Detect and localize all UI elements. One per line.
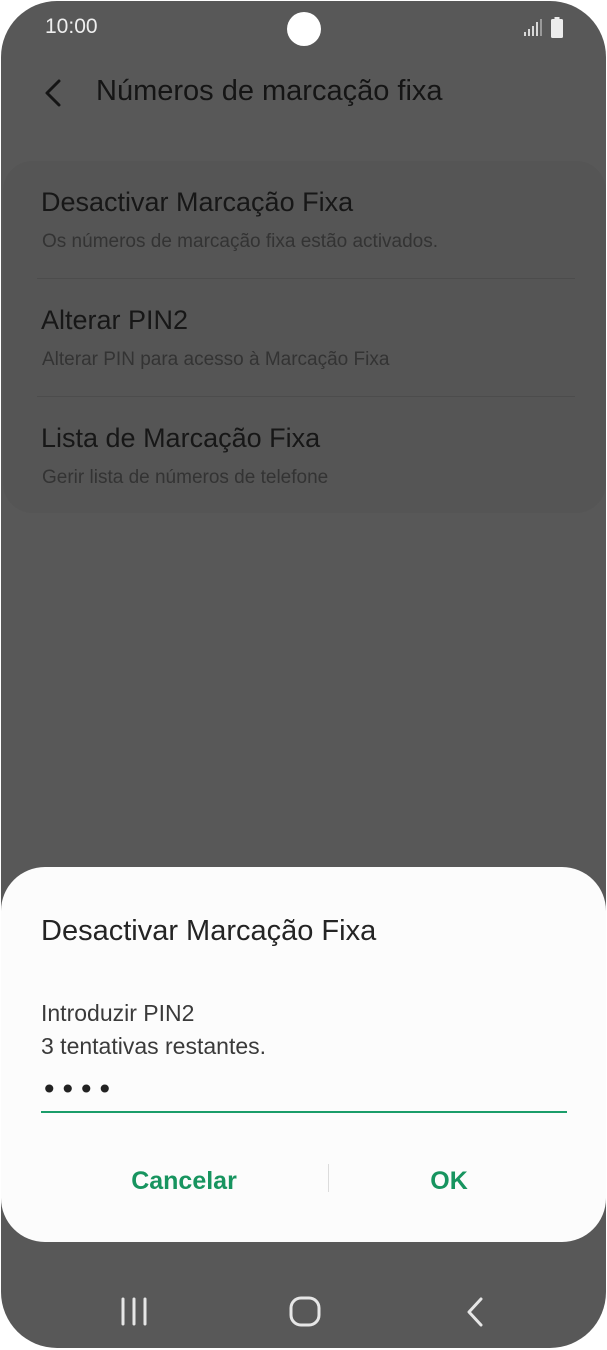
phone-frame: 10:00 Números de marcação fixa Desactiva… <box>0 0 607 1350</box>
recents-button[interactable] <box>104 1289 164 1335</box>
page-title: Números de marcação fixa <box>96 75 443 107</box>
settings-card: Desactivar Marcação Fixa Os números de m… <box>3 161 606 513</box>
dialog-message-prompt: Introduzir PIN2 <box>41 1000 195 1026</box>
dialog-message: Introduzir PIN2 3 tentativas restantes. <box>41 997 266 1063</box>
pin2-dialog: Desactivar Marcação Fixa Introduzir PIN2… <box>1 867 606 1242</box>
chevron-left-icon <box>45 79 61 107</box>
setting-item-change-pin2[interactable]: Alterar PIN2 Alterar PIN para acesso à M… <box>3 279 606 397</box>
back-icon <box>467 1297 483 1327</box>
setting-summary: Os números de marcação fixa estão activa… <box>42 231 439 252</box>
ok-button[interactable]: OK <box>304 1157 594 1205</box>
battery-icon <box>551 17 563 38</box>
signal-icon <box>524 19 542 36</box>
back-button[interactable] <box>37 73 73 113</box>
setting-item-disable-fdn[interactable]: Desactivar Marcação Fixa Os números de m… <box>3 161 606 279</box>
cancel-button[interactable]: Cancelar <box>39 1157 329 1205</box>
front-camera-cutout <box>287 12 321 46</box>
home-button[interactable] <box>274 1289 334 1335</box>
setting-summary: Alterar PIN para acesso à Marcação Fixa <box>42 349 390 370</box>
recents-icon <box>121 1297 147 1326</box>
dialog-title: Desactivar Marcação Fixa <box>41 915 377 947</box>
setting-item-fdn-list[interactable]: Lista de Marcação Fixa Gerir lista de nú… <box>3 397 606 515</box>
home-icon <box>289 1296 321 1327</box>
dialog-message-attempts: 3 tentativas restantes. <box>41 1033 267 1059</box>
nav-back-button[interactable] <box>445 1289 505 1335</box>
screen: 10:00 Números de marcação fixa Desactiva… <box>1 1 606 1348</box>
setting-title: Alterar PIN2 <box>41 305 189 335</box>
setting-title: Lista de Marcação Fixa <box>41 423 321 453</box>
setting-summary: Gerir lista de números de telefone <box>42 467 329 488</box>
setting-title: Desactivar Marcação Fixa <box>41 187 354 217</box>
status-time: 10:00 <box>45 15 98 38</box>
pin2-input[interactable] <box>41 1067 567 1113</box>
